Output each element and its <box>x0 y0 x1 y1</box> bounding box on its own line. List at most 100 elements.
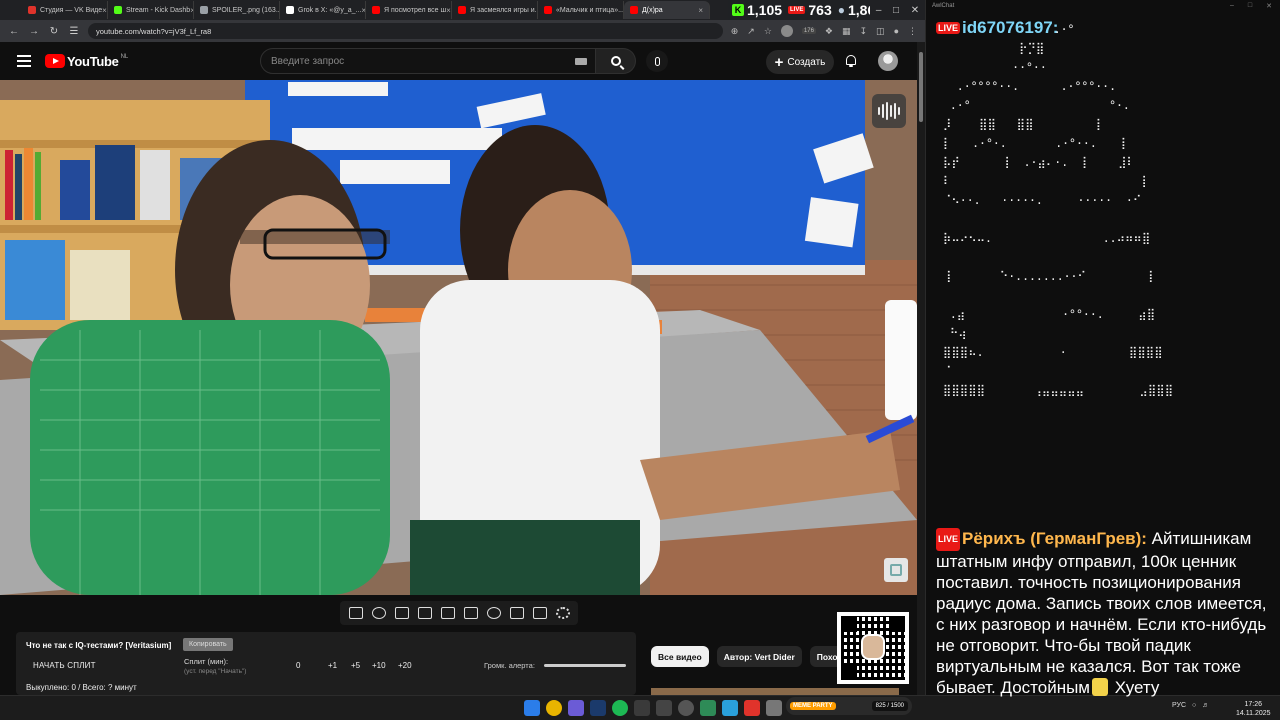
voice-search-button[interactable] <box>646 50 668 72</box>
extensions-puzzle-icon[interactable]: ❖ <box>825 26 833 37</box>
add-20-button[interactable]: +20 <box>398 661 412 670</box>
notifications-bell-icon[interactable] <box>844 54 858 68</box>
url-field[interactable]: youtube.com/watch?v=jV3f_Lf_ra8 <box>88 23 723 39</box>
keyboard-icon[interactable] <box>575 58 587 65</box>
browser-tab[interactable]: Stream - Kick Dashb× <box>108 1 194 19</box>
windows-start-icon[interactable] <box>524 700 540 716</box>
chat-maximize-button[interactable]: □ <box>1248 2 1252 10</box>
cast-icon[interactable] <box>394 607 409 619</box>
chip-all-videos[interactable]: Все видео <box>651 646 709 667</box>
zoom-icon[interactable]: ⊕ <box>731 26 739 37</box>
chat-panel: AwlChat – □ ✕ LIVE id67076197: .·° ⡗⡙⣿ ··… <box>925 0 1280 697</box>
menu-icon[interactable]: ⋮ <box>908 26 917 37</box>
speed-icon[interactable] <box>486 607 501 619</box>
page-scrollbar[interactable] <box>917 42 925 695</box>
chat-minimize-button[interactable]: – <box>1230 2 1234 10</box>
add-5-button[interactable]: +5 <box>351 661 360 670</box>
browser-tab[interactable]: Grok в X: «@y_a_... × <box>280 1 366 19</box>
live-count: 763 <box>808 2 832 18</box>
copy-button[interactable]: Копировать <box>183 638 233 651</box>
spotify-icon[interactable] <box>612 700 628 716</box>
region-code: NL <box>120 54 129 60</box>
sidebar-icon[interactable]: ▦ <box>842 26 851 37</box>
app-icon[interactable] <box>656 700 672 716</box>
split-minutes-label: Сплит (мин): <box>184 657 229 666</box>
tab-label: «Мальчик и птица»... <box>556 6 624 14</box>
plus-icon: + <box>774 53 784 71</box>
screenshot-icon[interactable] <box>532 607 547 619</box>
add-10-button[interactable]: +10 <box>372 661 386 670</box>
kick-stat: K 1,105 <box>732 2 782 18</box>
overlay-widget-icon[interactable] <box>884 558 908 582</box>
tab-favicon-icon <box>372 6 380 14</box>
site-info-icon[interactable]: ☰ <box>68 26 80 37</box>
audio-icon[interactable] <box>371 607 386 619</box>
back-icon[interactable]: ← <box>8 26 20 37</box>
close-window-button[interactable]: ✕ <box>911 5 919 16</box>
share-icon[interactable]: ↗ <box>747 26 755 37</box>
chat-window-title: AwlChat <box>932 3 955 9</box>
forward-icon[interactable]: → <box>28 26 40 37</box>
telegram-icon[interactable] <box>722 700 738 716</box>
split-icon[interactable]: ◫ <box>876 26 885 37</box>
search-input[interactable]: Введите запрос <box>260 48 596 74</box>
minimize-button[interactable]: – <box>876 5 882 16</box>
account-avatar[interactable] <box>878 51 898 71</box>
app-icon[interactable] <box>766 700 782 716</box>
qr-face-image <box>861 634 885 660</box>
create-button[interactable]: + Создать <box>766 50 834 74</box>
language-indicator[interactable]: РУС <box>1172 702 1186 709</box>
app-icon[interactable] <box>568 700 584 716</box>
bookmark-star-icon[interactable]: ☆ <box>764 26 772 37</box>
pip-icon[interactable] <box>463 607 478 619</box>
browser-tab[interactable]: Студия — VK Виде × <box>22 1 108 19</box>
settings-gear-icon[interactable] <box>555 607 570 619</box>
screen-icon[interactable] <box>440 607 455 619</box>
wifi-icon[interactable]: ○ <box>1192 702 1196 709</box>
tab-close-icon[interactable]: × <box>698 6 703 15</box>
video-player[interactable] <box>0 80 917 595</box>
start-split-button[interactable]: НАЧАТЬ СПЛИТ <box>33 661 96 670</box>
clock[interactable]: 17:26 14.11.2025 <box>1236 700 1271 718</box>
qr-code <box>837 612 909 684</box>
obs-icon[interactable] <box>678 700 694 716</box>
alert-volume-slider[interactable] <box>544 664 626 667</box>
chrome-icon[interactable] <box>546 700 562 716</box>
clip-icon[interactable] <box>417 607 432 619</box>
time: 17:26 <box>1244 701 1263 708</box>
browser-tab[interactable]: «Мальчик и птица»...× <box>538 1 624 19</box>
browser-tab[interactable]: Д(х)ра × <box>624 1 710 19</box>
extension-badge[interactable]: 176 <box>801 28 816 34</box>
tab-close-icon[interactable]: × <box>102 6 107 15</box>
search-button[interactable] <box>596 48 636 74</box>
app-icon[interactable] <box>634 700 650 716</box>
add-icon[interactable] <box>509 607 524 619</box>
extension-avatar-icon[interactable] <box>780 25 793 37</box>
browser-tab[interactable]: Я посмотрел все ш × <box>366 1 452 19</box>
audio-visualizer-icon[interactable] <box>872 94 906 128</box>
chat-close-button[interactable]: ✕ <box>1266 2 1272 10</box>
live-icon: LIVE <box>788 6 806 14</box>
loop-icon[interactable] <box>348 607 363 619</box>
related-thumbnail[interactable] <box>651 688 899 695</box>
browser-tab[interactable]: SPOILER_.png (163...× <box>194 1 280 19</box>
add-1-button[interactable]: +1 <box>328 661 337 670</box>
app-icon[interactable] <box>700 700 716 716</box>
tab-label: Grok в X: «@y_a_... <box>298 6 362 14</box>
menu-hamburger-icon[interactable] <box>17 55 31 67</box>
tab-close-icon[interactable]: × <box>446 6 451 15</box>
tab-label: SPOILER_.png (163... <box>212 6 280 14</box>
reload-icon[interactable]: ↻ <box>48 26 60 37</box>
browser-tab[interactable]: Я засмеялся игры и...× <box>452 1 538 19</box>
steam-icon[interactable] <box>590 700 606 716</box>
profile-icon[interactable]: ● <box>894 26 899 36</box>
url-text: youtube.com/watch?v=jV3f_Lf_ra8 <box>96 26 212 36</box>
youtube-header: YouTube NL Введите запрос + Создать <box>0 42 925 80</box>
app-icon[interactable] <box>744 700 760 716</box>
maximize-button[interactable]: □ <box>893 5 899 16</box>
volume-icon[interactable]: ♬ <box>1202 702 1209 709</box>
chip-author[interactable]: Автор: Vert Dider <box>716 646 802 667</box>
youtube-logo[interactable]: YouTube NL <box>45 54 128 69</box>
chat-username[interactable]: Рёрихъ (ГерманГрев): <box>962 529 1147 548</box>
download-icon[interactable]: ↧ <box>860 26 868 37</box>
